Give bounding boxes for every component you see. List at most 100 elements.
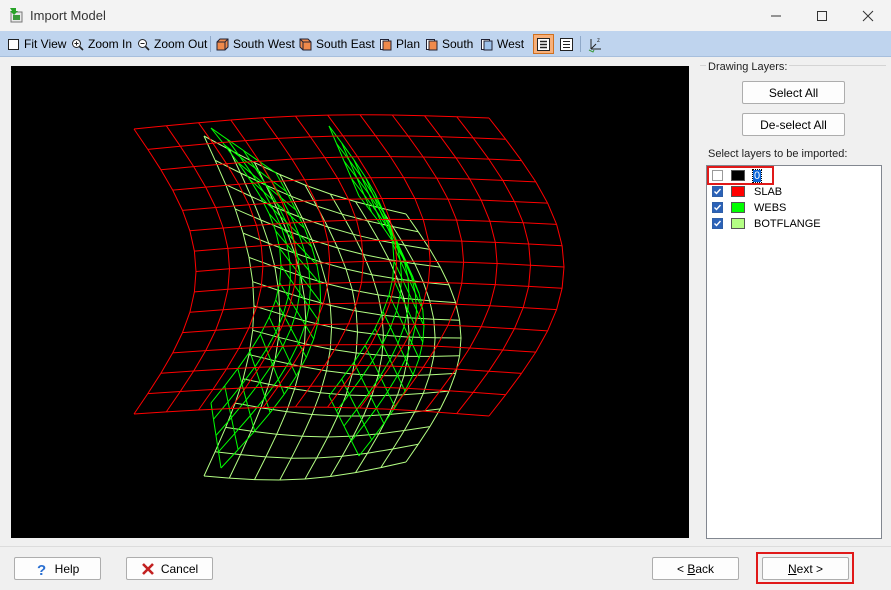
flange-mesh-line <box>274 266 280 291</box>
layer-checkbox[interactable] <box>712 218 723 229</box>
south-east-view-button[interactable]: South East <box>299 34 375 54</box>
plan-view-button[interactable]: Plan <box>379 34 420 54</box>
slab-mesh-line <box>455 157 489 160</box>
flange-mesh-line <box>352 373 379 377</box>
web-mesh-line <box>260 316 270 335</box>
flange-mesh-line <box>378 240 390 260</box>
flange-mesh-line <box>423 390 450 394</box>
slab-mesh-line <box>229 265 263 270</box>
maximize-button[interactable] <box>799 0 845 31</box>
web-mesh-line <box>218 433 236 453</box>
web-mesh-line <box>341 362 355 380</box>
flange-mesh-line <box>403 411 416 431</box>
model-viewport[interactable] <box>11 66 689 538</box>
slab-mesh-line <box>423 366 457 370</box>
slab-mesh-line <box>407 135 424 158</box>
zoom-out-button[interactable]: Zoom Out <box>137 34 207 54</box>
web-mesh-line <box>218 451 222 469</box>
layer-checkbox[interactable] <box>712 202 723 213</box>
slab-mesh-line <box>389 281 396 304</box>
layer-row-botflange[interactable]: BOTFLANGE <box>712 216 822 231</box>
slab-mesh-line <box>179 370 195 392</box>
layers-list[interactable]: 0 SLAB WEBS BOTFLANGE <box>706 165 882 539</box>
web-mesh-line <box>287 296 298 312</box>
layer-name: BOTFLANGE <box>754 217 821 230</box>
slab-mesh-line <box>262 117 279 139</box>
layer-checkbox[interactable] <box>712 186 723 197</box>
slab-mesh-line <box>310 136 326 158</box>
flange-mesh-line <box>459 337 462 356</box>
slab-mesh-line <box>212 387 246 390</box>
slab-mesh-line <box>182 207 216 211</box>
slab-mesh-line <box>277 136 311 139</box>
minimize-button[interactable] <box>753 0 799 31</box>
flange-mesh-line <box>433 319 436 338</box>
slab-mesh-line <box>436 325 449 347</box>
flange-mesh-line <box>276 411 287 435</box>
slab-mesh-line <box>215 204 249 208</box>
slab-mesh-line <box>407 367 424 389</box>
select-all-button[interactable]: Select All <box>742 81 845 104</box>
filled-display-toggle[interactable] <box>533 34 554 54</box>
slab-mesh-line <box>356 219 363 241</box>
web-mesh-line <box>282 346 291 362</box>
slab-mesh-line <box>263 115 296 119</box>
fit-view-button[interactable]: Fit View <box>7 34 66 54</box>
web-mesh-line <box>422 325 425 343</box>
slab-mesh-line <box>427 261 431 283</box>
west-view-icon <box>481 38 493 50</box>
slab-mesh-line <box>328 281 362 284</box>
back-label: < Back <box>676 561 715 576</box>
slab-mesh-line <box>424 115 457 118</box>
slab-mesh-line <box>342 365 359 387</box>
slab-mesh-line <box>258 160 273 183</box>
help-icon: ? <box>37 562 46 576</box>
slab-mesh-line <box>323 302 357 305</box>
deselect-all-button[interactable]: De-select All <box>742 113 845 136</box>
slab-mesh-line <box>455 157 471 180</box>
help-button[interactable]: ? Help <box>14 557 101 580</box>
slab-mesh-line <box>489 284 496 306</box>
slab-mesh-line <box>356 218 390 221</box>
flange-mesh-line <box>341 435 354 457</box>
zoom-in-button[interactable]: Zoom In <box>71 34 132 54</box>
slab-mesh-line <box>556 224 563 246</box>
slab-mesh-line <box>205 329 217 351</box>
flange-mesh-line <box>329 327 333 350</box>
south-west-label: South West <box>233 37 295 51</box>
web-mesh-line <box>210 402 214 420</box>
web-mesh-line <box>308 306 319 321</box>
flange-mesh-line <box>251 430 277 435</box>
slab-mesh-line <box>456 283 463 305</box>
flange-mesh-line <box>448 373 457 392</box>
slab-mesh-line <box>390 365 424 368</box>
south-view-button[interactable]: South <box>425 34 473 54</box>
web-mesh-line <box>227 383 243 403</box>
slab-mesh-line <box>160 169 174 191</box>
slab-mesh-line <box>502 349 536 353</box>
toolbar-separator <box>580 36 581 52</box>
slab-mesh-line <box>322 283 329 305</box>
west-view-button[interactable]: West <box>480 34 524 54</box>
flange-mesh-line <box>433 318 460 321</box>
slab-mesh-line <box>359 407 393 410</box>
flange-mesh-line <box>352 289 379 296</box>
slab-mesh-line <box>323 219 357 222</box>
slab-mesh-line <box>348 198 382 200</box>
slab-mesh-line <box>193 166 207 188</box>
layer-row-slab[interactable]: SLAB <box>712 184 783 199</box>
back-button[interactable]: < Back <box>652 557 739 580</box>
title-bar: Import Model <box>0 0 891 31</box>
axes-button[interactable]: z <box>585 34 606 54</box>
outline-display-toggle[interactable] <box>556 34 577 54</box>
flange-mesh-line <box>371 274 379 296</box>
web-mesh-line <box>249 351 256 367</box>
close-button[interactable] <box>845 0 891 31</box>
web-mesh-line <box>411 276 420 294</box>
help-label: Help <box>54 561 80 576</box>
south-west-view-button[interactable]: South West <box>216 34 295 54</box>
south-view-icon <box>426 38 438 50</box>
slab-mesh-line <box>227 268 230 290</box>
layer-row-webs[interactable]: WEBS <box>712 200 787 215</box>
cancel-button[interactable]: Cancel <box>126 557 213 580</box>
